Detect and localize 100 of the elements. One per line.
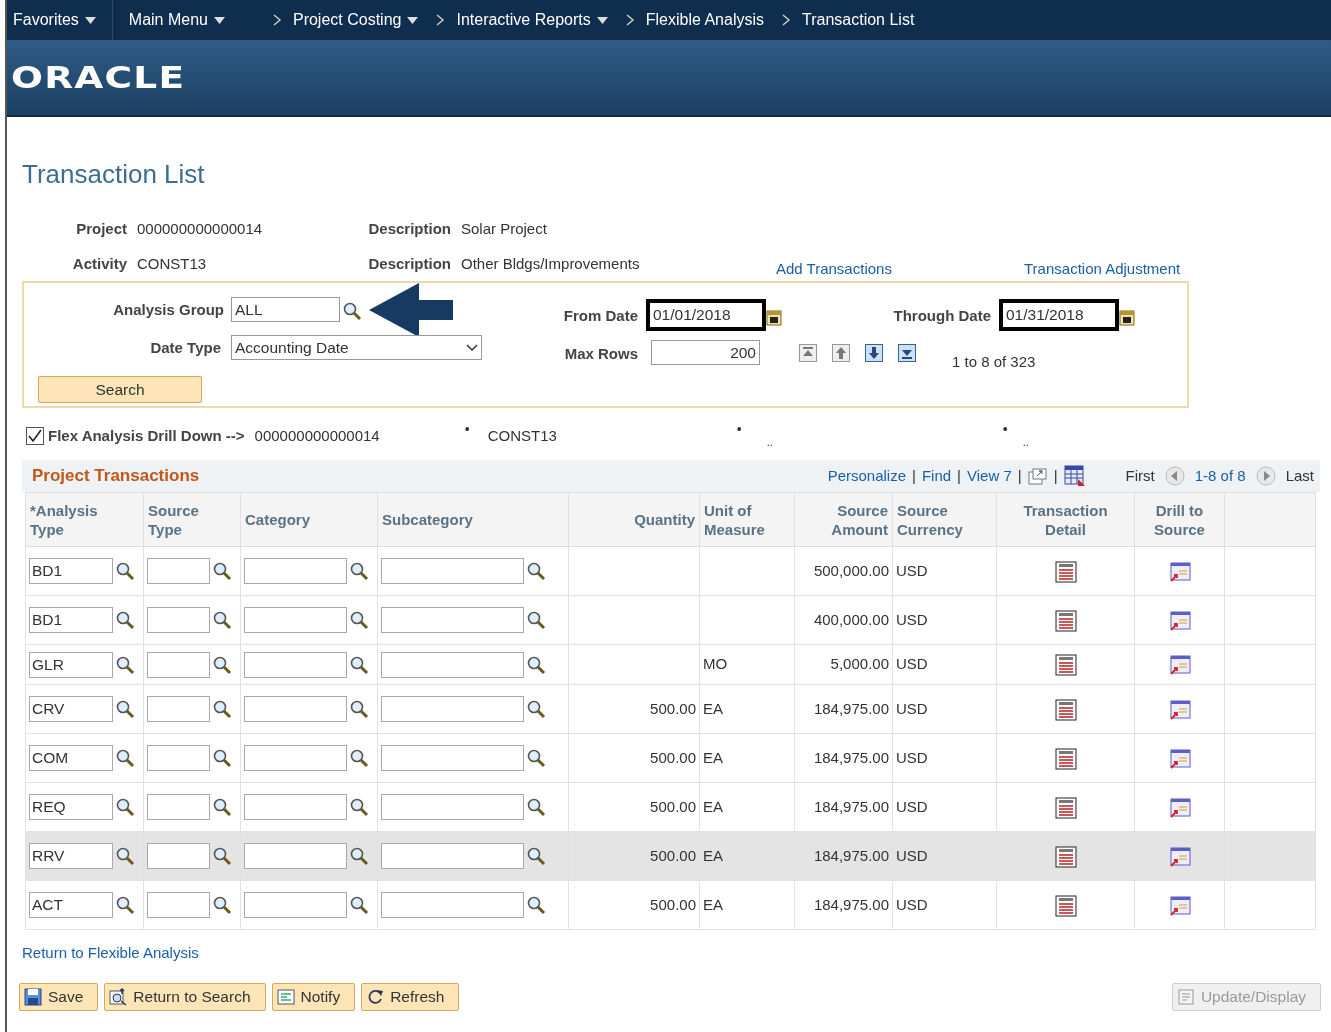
breadcrumb-link[interactable]: Project Costing (260, 8, 425, 32)
window-link-icon[interactable] (1168, 797, 1191, 818)
search-icon[interactable] (212, 610, 232, 630)
search-icon[interactable] (526, 748, 546, 768)
link[interactable]: Transaction Adjustment (1024, 257, 1224, 280)
lookup-field[interactable] (147, 607, 210, 633)
grid-link[interactable]: Find (921, 464, 952, 488)
document-icon[interactable] (1054, 845, 1077, 868)
search-icon[interactable] (349, 797, 369, 817)
next-page-icon[interactable] (865, 344, 883, 362)
lookup-field[interactable] (147, 892, 210, 918)
lookup-field[interactable] (381, 696, 524, 722)
search-icon[interactable] (212, 699, 232, 719)
lookup-field[interactable] (147, 843, 210, 869)
breadcrumb-link[interactable]: Transaction List (770, 8, 921, 32)
search-icon[interactable] (115, 561, 135, 581)
search-icon[interactable] (526, 654, 546, 675)
search-icon[interactable] (349, 846, 369, 866)
search-icon[interactable] (115, 748, 135, 768)
calendar-icon[interactable] (766, 308, 782, 326)
breadcrumb-link[interactable]: Main Menu (122, 8, 231, 32)
next-icon[interactable] (1255, 466, 1276, 486)
search-icon[interactable] (212, 797, 232, 817)
search-icon[interactable] (526, 561, 546, 581)
search-icon[interactable] (526, 610, 546, 630)
search-icon[interactable] (342, 301, 362, 321)
search-icon[interactable] (212, 846, 232, 866)
grid-link[interactable]: Personalize (827, 464, 906, 488)
lookup-field[interactable]: COM (29, 745, 113, 771)
lookup-field[interactable] (381, 607, 524, 633)
search-icon[interactable] (349, 748, 369, 768)
window-link-icon[interactable] (1168, 655, 1191, 676)
window-link-icon[interactable] (1168, 610, 1191, 631)
search-icon[interactable] (115, 610, 135, 630)
search-icon[interactable] (526, 895, 546, 915)
lookup-field[interactable] (244, 651, 347, 678)
action-button[interactable]: Notify (271, 982, 356, 1011)
max-rows-field[interactable]: 200 (651, 340, 760, 365)
lookup-field[interactable] (381, 892, 524, 918)
lookup-field[interactable] (147, 558, 210, 584)
lookup-field[interactable] (147, 651, 210, 678)
search-icon[interactable] (212, 748, 232, 768)
lookup-field[interactable] (381, 794, 524, 820)
document-icon[interactable] (1054, 609, 1077, 632)
lookup-field[interactable] (244, 843, 347, 869)
date-field[interactable]: 01/31/2018 (999, 299, 1119, 331)
window-link-icon[interactable] (1168, 699, 1191, 720)
breadcrumb-link[interactable]: Favorites (7, 8, 102, 32)
search-icon[interactable] (349, 895, 369, 915)
lookup-field[interactable] (244, 607, 347, 633)
date-type-dropdown[interactable]: Accounting Date (231, 335, 482, 360)
grid-link[interactable]: View 7 (967, 464, 1012, 488)
action-button[interactable]: Return to Search (104, 982, 266, 1011)
document-icon[interactable] (1054, 698, 1077, 721)
search-icon[interactable] (115, 895, 135, 915)
lookup-field[interactable] (147, 696, 210, 722)
lookup-field[interactable] (381, 745, 524, 771)
search-icon[interactable] (115, 699, 135, 719)
search-icon[interactable] (349, 610, 369, 630)
lookup-field[interactable]: ACT (29, 892, 113, 918)
action-button[interactable]: Save (19, 982, 99, 1011)
search-icon[interactable] (526, 797, 546, 817)
spreadsheet-icon[interactable] (1063, 465, 1086, 487)
analysis-group-field[interactable]: ALL (231, 297, 340, 322)
document-icon[interactable] (1054, 560, 1077, 583)
document-icon[interactable] (1054, 894, 1077, 917)
document-icon[interactable] (1054, 654, 1077, 676)
search-icon[interactable] (349, 561, 369, 581)
lookup-field[interactable] (244, 745, 347, 771)
lookup-field[interactable]: BD1 (29, 558, 113, 584)
lookup-field[interactable] (244, 558, 347, 584)
checkbox[interactable] (26, 427, 44, 445)
new-window-icon[interactable] (1027, 467, 1048, 485)
lookup-field[interactable]: RRV (29, 843, 113, 869)
search-icon[interactable] (349, 699, 369, 719)
window-link-icon[interactable] (1168, 561, 1191, 582)
lookup-field[interactable]: CRV (29, 696, 113, 722)
window-link-icon[interactable] (1168, 846, 1191, 867)
lookup-field[interactable] (147, 745, 210, 771)
last-page-icon[interactable] (898, 344, 916, 362)
search-icon[interactable] (526, 846, 546, 866)
lookup-field[interactable] (381, 558, 524, 584)
previous-icon[interactable] (1164, 466, 1185, 486)
document-icon[interactable] (1054, 747, 1077, 770)
breadcrumb-link[interactable]: Interactive Reports (424, 8, 614, 32)
search-icon[interactable] (115, 797, 135, 817)
lookup-field[interactable] (381, 843, 524, 869)
lookup-field[interactable]: BD1 (29, 607, 113, 633)
search-icon[interactable] (115, 654, 135, 675)
document-icon[interactable] (1054, 796, 1077, 819)
search-icon[interactable] (526, 699, 546, 719)
lookup-field[interactable]: REQ (29, 794, 113, 820)
search-icon[interactable] (212, 561, 232, 581)
calendar-icon[interactable] (1119, 308, 1135, 326)
window-link-icon[interactable] (1168, 895, 1191, 916)
search-icon[interactable] (115, 846, 135, 866)
previous-page-icon[interactable] (832, 344, 850, 362)
action-button[interactable]: Refresh (361, 982, 460, 1011)
link[interactable]: Add Transactions (776, 257, 1024, 280)
date-field[interactable]: 01/01/2018 (646, 299, 766, 331)
